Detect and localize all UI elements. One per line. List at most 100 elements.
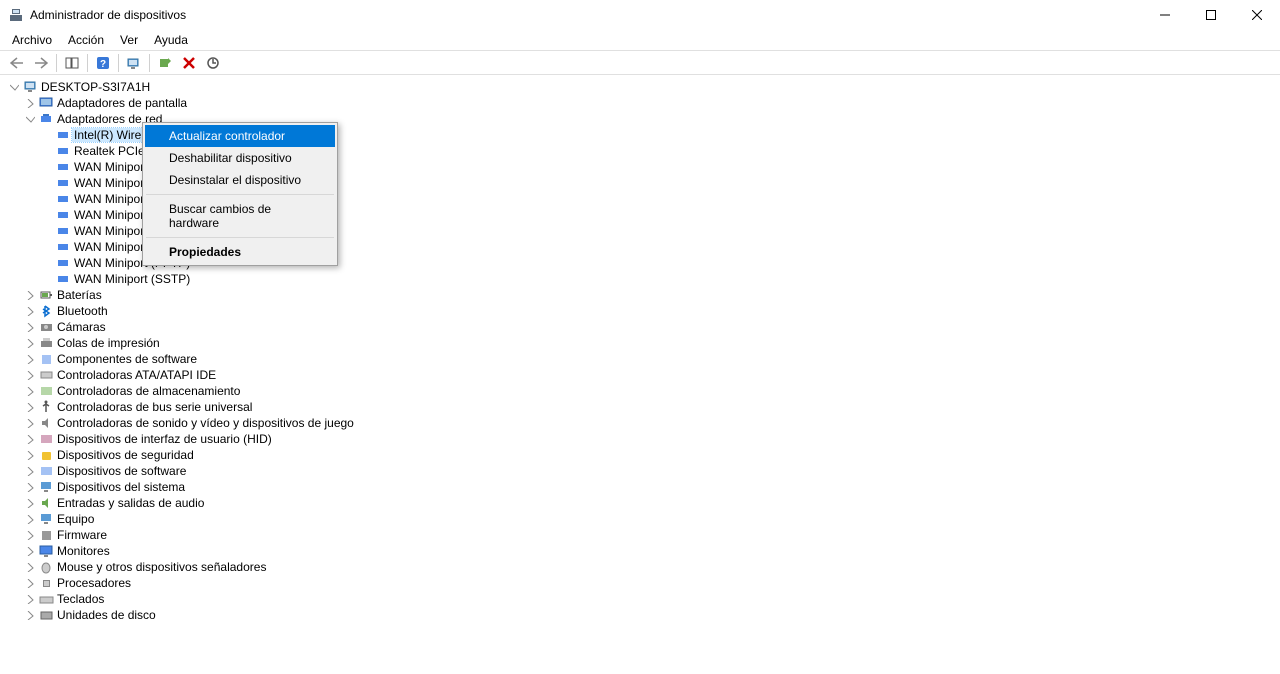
toolbar: ? <box>0 51 1280 75</box>
expand-icon[interactable] <box>24 561 37 574</box>
device-tree[interactable]: DESKTOP-S3I7A1H Adaptadores de pantalla … <box>0 75 1280 674</box>
system-device-icon <box>39 479 55 495</box>
collapse-icon[interactable] <box>8 81 21 94</box>
tree-category-ide[interactable]: Controladoras ATA/ATAPI IDE <box>24 367 1272 383</box>
expand-icon[interactable] <box>24 449 37 462</box>
context-menu-update-driver[interactable]: Actualizar controlador <box>145 125 335 147</box>
tree-label: Firmware <box>55 528 109 542</box>
tree-category-processors[interactable]: Procesadores <box>24 575 1272 591</box>
context-menu-properties[interactable]: Propiedades <box>145 241 335 263</box>
audio-io-icon <box>39 495 55 511</box>
expand-icon[interactable] <box>24 417 37 430</box>
network-device-icon <box>56 255 72 271</box>
expand-icon[interactable] <box>24 433 37 446</box>
tree-category-security[interactable]: Dispositivos de seguridad <box>24 447 1272 463</box>
ide-icon <box>39 367 55 383</box>
tree-label: Cámaras <box>55 320 108 334</box>
toolbar-separator <box>56 54 57 72</box>
context-menu-scan-hardware[interactable]: Buscar cambios de hardware <box>145 198 335 234</box>
context-menu: Actualizar controlador Deshabilitar disp… <box>142 122 338 266</box>
menu-file[interactable]: Archivo <box>4 31 60 49</box>
tree-label: Controladoras de almacenamiento <box>55 384 242 398</box>
expand-icon[interactable] <box>24 481 37 494</box>
tree-category-bluetooth[interactable]: Bluetooth <box>24 303 1272 319</box>
expand-icon[interactable] <box>24 513 37 526</box>
toolbar-disable-button[interactable] <box>178 52 200 74</box>
expand-icon[interactable] <box>24 337 37 350</box>
toolbar-back-button[interactable] <box>6 52 28 74</box>
usb-icon <box>39 399 55 415</box>
expand-icon[interactable] <box>24 401 37 414</box>
network-device-icon <box>56 239 72 255</box>
toolbar-show-hide-button[interactable] <box>61 52 83 74</box>
toolbar-scan-button[interactable] <box>123 52 145 74</box>
expand-icon[interactable] <box>24 465 37 478</box>
toolbar-separator <box>87 54 88 72</box>
close-button[interactable] <box>1234 0 1280 30</box>
tree-category-usb[interactable]: Controladoras de bus serie universal <box>24 399 1272 415</box>
tree-category-cameras[interactable]: Cámaras <box>24 319 1272 335</box>
tree-category-keyboards[interactable]: Teclados <box>24 591 1272 607</box>
tree-category-software-components[interactable]: Componentes de software <box>24 351 1272 367</box>
network-device-icon <box>56 175 72 191</box>
expand-icon[interactable] <box>24 385 37 398</box>
menu-help[interactable]: Ayuda <box>146 31 196 49</box>
tree-category-display-adapters[interactable]: Adaptadores de pantalla <box>24 95 1272 111</box>
network-device-icon <box>56 159 72 175</box>
toolbar-update-button[interactable] <box>202 52 224 74</box>
tree-root[interactable]: DESKTOP-S3I7A1H <box>8 79 1272 95</box>
tree-category-batteries[interactable]: Baterías <box>24 287 1272 303</box>
tree-device-wan-miniport-sstp[interactable]: WAN Miniport (SSTP) <box>56 271 1272 287</box>
tree-category-disk-drives[interactable]: Unidades de disco <box>24 607 1272 623</box>
expand-icon[interactable] <box>24 289 37 302</box>
tree-category-sound[interactable]: Controladoras de sonido y vídeo y dispos… <box>24 415 1272 431</box>
menu-view[interactable]: Ver <box>112 31 146 49</box>
tree-device-label: WAN Miniport (SSTP) <box>72 272 192 286</box>
expand-icon[interactable] <box>24 545 37 558</box>
computer-icon <box>39 511 55 527</box>
software-device-icon <box>39 463 55 479</box>
maximize-button[interactable] <box>1188 0 1234 30</box>
tree-category-computer[interactable]: Equipo <box>24 511 1272 527</box>
window-controls <box>1142 0 1280 30</box>
expand-icon[interactable] <box>24 577 37 590</box>
expand-icon[interactable] <box>24 369 37 382</box>
toolbar-separator <box>118 54 119 72</box>
tree-category-firmware[interactable]: Firmware <box>24 527 1272 543</box>
expand-icon[interactable] <box>24 593 37 606</box>
expand-icon[interactable] <box>24 497 37 510</box>
tree-category-audio-io[interactable]: Entradas y salidas de audio <box>24 495 1272 511</box>
collapse-icon[interactable] <box>24 113 37 126</box>
app-icon <box>8 7 24 23</box>
tree-label: Dispositivos de seguridad <box>55 448 196 462</box>
computer-icon <box>23 79 39 95</box>
tree-label: Teclados <box>55 592 106 606</box>
network-device-icon <box>56 223 72 239</box>
tree-category-monitors[interactable]: Monitores <box>24 543 1272 559</box>
tree-label: Mouse y otros dispositivos señaladores <box>55 560 268 574</box>
expand-icon[interactable] <box>24 305 37 318</box>
expand-icon[interactable] <box>24 321 37 334</box>
expand-icon[interactable] <box>24 609 37 622</box>
toolbar-enable-button[interactable] <box>154 52 176 74</box>
menu-action[interactable]: Acción <box>60 31 112 49</box>
expand-icon[interactable] <box>24 353 37 366</box>
tree-category-software-devices[interactable]: Dispositivos de software <box>24 463 1272 479</box>
tree-label: Controladoras de sonido y vídeo y dispos… <box>55 416 356 430</box>
tree-category-print-queues[interactable]: Colas de impresión <box>24 335 1272 351</box>
expand-icon[interactable] <box>24 529 37 542</box>
camera-icon <box>39 319 55 335</box>
context-menu-disable-device[interactable]: Deshabilitar dispositivo <box>145 147 335 169</box>
tree-category-storage[interactable]: Controladoras de almacenamiento <box>24 383 1272 399</box>
expand-icon[interactable] <box>24 97 37 110</box>
speaker-icon <box>39 415 55 431</box>
tree-category-mice[interactable]: Mouse y otros dispositivos señaladores <box>24 559 1272 575</box>
toolbar-forward-button[interactable] <box>30 52 52 74</box>
context-menu-separator <box>146 194 334 195</box>
context-menu-uninstall-device[interactable]: Desinstalar el dispositivo <box>145 169 335 191</box>
minimize-button[interactable] <box>1142 0 1188 30</box>
tree-label: Bluetooth <box>55 304 110 318</box>
toolbar-help-button[interactable]: ? <box>92 52 114 74</box>
tree-category-hid[interactable]: Dispositivos de interfaz de usuario (HID… <box>24 431 1272 447</box>
tree-category-system[interactable]: Dispositivos del sistema <box>24 479 1272 495</box>
